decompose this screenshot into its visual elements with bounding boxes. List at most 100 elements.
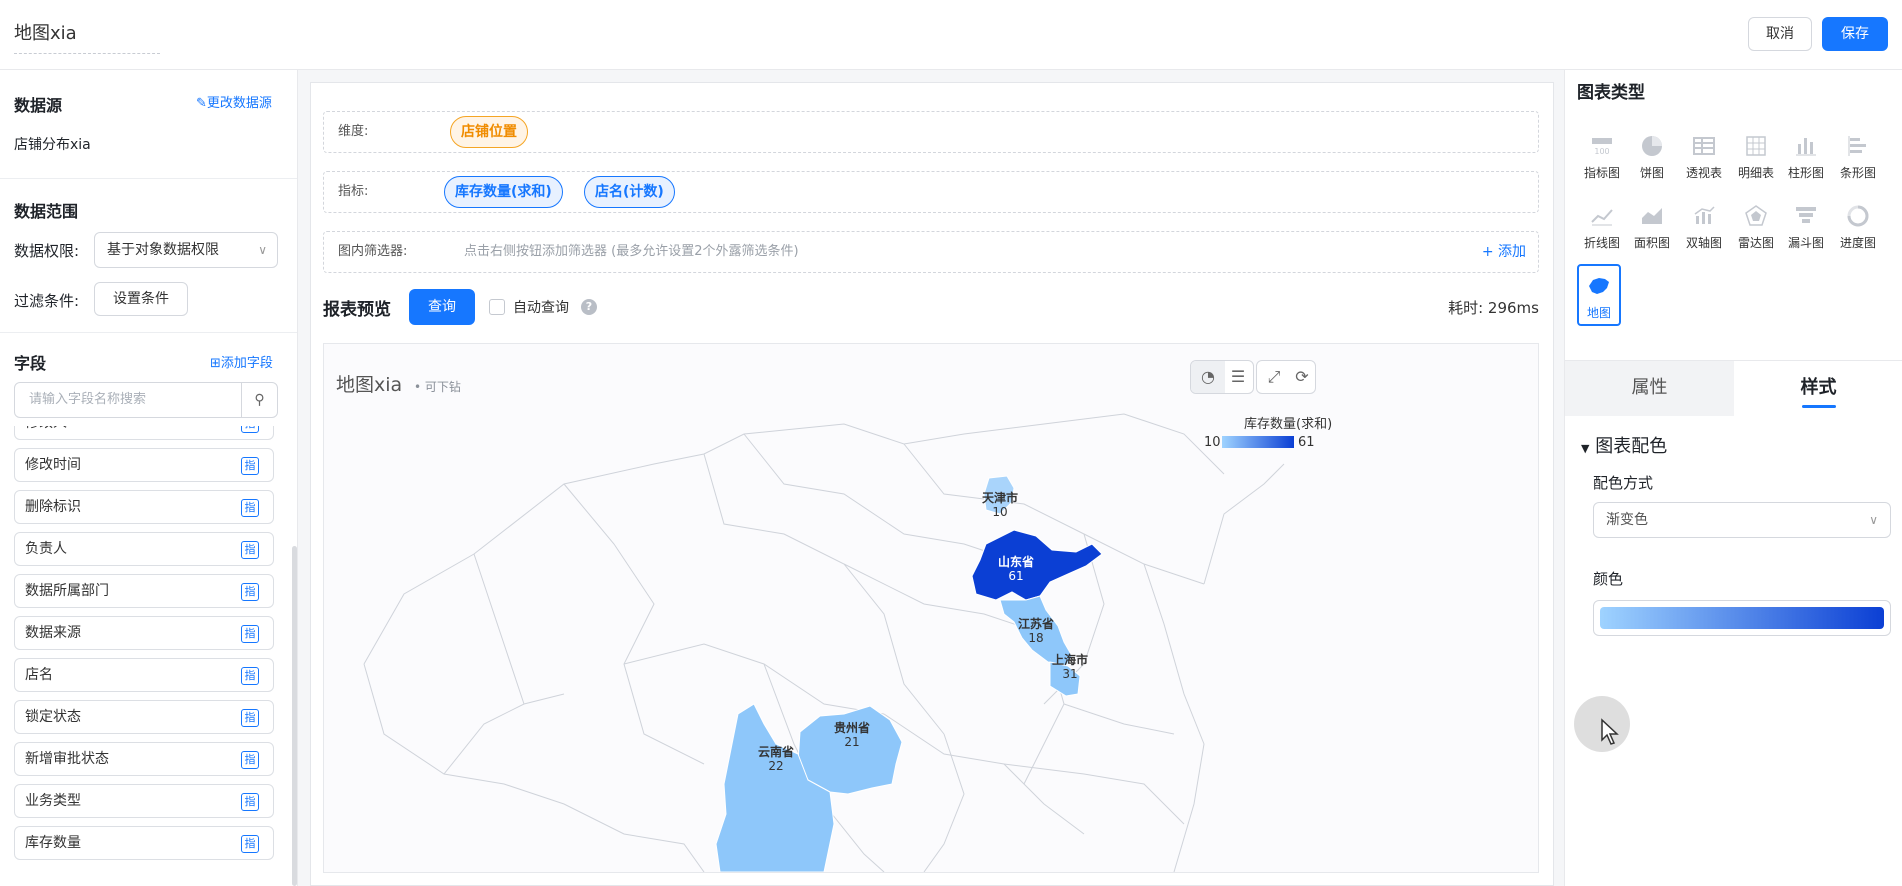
color-method-select[interactable]: 渐变色 ∨ [1593,502,1891,538]
data-permission-select[interactable]: 基于对象数据权限 ∨ [94,232,278,268]
change-datasource-label: 更改数据源 [206,96,272,111]
change-datasource-link[interactable]: ✎更改数据源 [196,92,272,111]
field-item[interactable]: 负责人 指 [14,532,274,566]
chart-title: 地图xia [336,374,403,396]
chart-type-column[interactable]: 柱形图 [1781,126,1831,188]
preview-title: 报表预览 [323,300,391,320]
legend-max: 61 [1298,435,1315,450]
tab-attributes[interactable]: 属性 [1565,361,1734,416]
drill-down-hint: • 可下钻 [414,380,461,394]
field-type-tag: 指 [241,583,259,601]
chart-type-progress[interactable]: 进度图 [1833,196,1883,258]
data-range-title: 数据范围 [14,202,79,221]
data-permission-value: 基于对象数据权限 [107,242,219,258]
region-shandong[interactable] [971,529,1103,601]
metric-dropzone[interactable]: 指标: 库存数量(求和) 店名(计数) [323,171,1539,213]
chart-type-pivot[interactable]: 透视表 [1679,126,1729,188]
chart-filter-dropzone[interactable]: 图内筛选器: 点击右侧按钮添加筛选器 (最多允许设置2个外露筛选条件) + 添加 [323,231,1539,273]
dual-axis-chart-icon [1694,206,1715,224]
chart-card: 地图xia • 可下钻 ◔ ☰ ⤢ ⟳ 天津市 10 山东省 61 江苏省 18… [323,343,1539,873]
region-label: 云南省 [758,744,794,759]
chart-type-funnel[interactable]: 漏斗图 [1781,196,1831,258]
field-item[interactable]: 锁定状态 指 [14,700,274,734]
legend-title: 库存数量(求和) [1244,416,1332,432]
funnel-chart-icon [1796,207,1816,223]
tab-style-label: 样式 [1800,377,1837,398]
report-title-input[interactable]: 地图xia [14,20,160,54]
field-name: 数据来源 [25,625,81,641]
chart-type-label: 柱形图 [1787,166,1824,180]
add-field-link[interactable]: ⊞添加字段 [210,352,273,371]
field-item[interactable]: 数据所属部门 指 [14,574,274,608]
search-icon[interactable]: ⚲ [241,383,277,417]
tab-style[interactable]: 样式 [1734,361,1902,416]
chart-type-pie[interactable]: 饼图 [1627,126,1677,188]
dimension-dropzone[interactable]: 维度: 店铺位置 [323,111,1539,153]
dimension-pill[interactable]: 店铺位置 [450,116,528,148]
gradient-swatch [1600,607,1884,629]
chart-type-radar[interactable]: 雷达图 [1731,196,1781,258]
panel-tabs: 属性 样式 [1565,360,1902,416]
field-type-tag: 指 [241,751,259,769]
field-item[interactable]: 业务类型 指 [14,784,274,818]
filter-condition-label: 过滤条件: [14,292,80,310]
field-item[interactable]: 修改人 指 [14,426,274,440]
divider [0,332,297,333]
radar-chart-icon [1745,205,1767,226]
chart-type-indicator[interactable]: 100 指标图 [1577,126,1627,188]
chart-type-line[interactable]: 折线图 [1577,196,1627,258]
add-field-label: 添加字段 [220,356,273,371]
bar-chart-icon [1848,136,1866,156]
field-item[interactable]: 库存数量 指 [14,826,274,860]
chart-type-label: 面积图 [1633,236,1670,250]
datasource-name: 店铺分布xia [14,137,91,153]
field-list-scrollbar[interactable] [292,546,297,886]
save-button[interactable]: 保存 [1822,17,1888,51]
chart-view-icon[interactable]: ◔ [1191,361,1225,393]
list-view-icon[interactable]: ☰ [1221,361,1255,393]
chart-type-label: 雷达图 [1737,236,1774,250]
chart-view-toggle: ◔ ☰ [1190,360,1254,394]
chart-filter-hint: 点击右侧按钮添加筛选器 (最多允许设置2个外露筛选条件) [464,244,799,259]
chart-type-label: 指标图 [1583,166,1620,180]
add-filter-button[interactable]: + 添加 [1482,232,1526,272]
field-type-tag: 指 [241,793,259,811]
chart-type-dual-axis[interactable]: 双轴图 [1679,196,1729,258]
field-item[interactable]: 删除标识 指 [14,490,274,524]
color-section-header[interactable]: ▼ 图表配色 [1581,432,1667,458]
china-map: 天津市 10 山东省 61 江苏省 18 上海市 31 贵州省 21 云南省 2… [363,413,1332,872]
chart-type-map[interactable]: 地图 [1577,264,1621,326]
dimension-label: 维度: [338,124,369,139]
divider [0,178,297,179]
auto-query-label: 自动查询 [513,300,569,316]
color-gradient-picker[interactable] [1593,600,1891,636]
refresh-icon[interactable]: ⟳ [1285,361,1319,393]
field-name: 店名 [25,667,53,683]
set-condition-button[interactable]: 设置条件 [94,282,188,316]
right-panel: 图表类型 100 指标图 饼图 透视表 明细表 柱形图 条形图 折线图 面积图 … [1564,70,1902,886]
query-button[interactable]: 查询 [409,289,475,325]
chart-type-label: 双轴图 [1685,236,1722,250]
metric-pill[interactable]: 库存数量(求和) [444,176,563,208]
region-value: 31 [1062,667,1077,681]
region-guizhou[interactable] [797,705,903,795]
cancel-button[interactable]: 取消 [1748,17,1812,51]
chart-type-area[interactable]: 面积图 [1627,196,1677,258]
chart-type-bar[interactable]: 条形图 [1833,126,1883,188]
field-search-input[interactable]: 请输入字段名称搜索 ⚲ [14,382,278,418]
edit-icon: ✎ [196,96,207,111]
field-item[interactable]: 新增审批状态 指 [14,742,274,776]
field-search-placeholder: 请输入字段名称搜索 [29,392,147,407]
region-label: 贵州省 [834,720,870,735]
field-item[interactable]: 数据来源 指 [14,616,274,650]
legend-min: 10 [1204,435,1221,450]
field-name: 新增审批状态 [25,751,109,767]
help-icon[interactable]: ? [581,299,597,315]
color-method-value: 渐变色 [1606,512,1648,528]
field-item[interactable]: 修改时间 指 [14,448,274,482]
field-item[interactable]: 店名 指 [14,658,274,692]
auto-query-checkbox[interactable] [489,299,505,315]
chart-type-detail[interactable]: 明细表 [1731,126,1781,188]
metric-pill[interactable]: 店名(计数) [584,176,675,208]
region-value: 22 [768,759,783,773]
